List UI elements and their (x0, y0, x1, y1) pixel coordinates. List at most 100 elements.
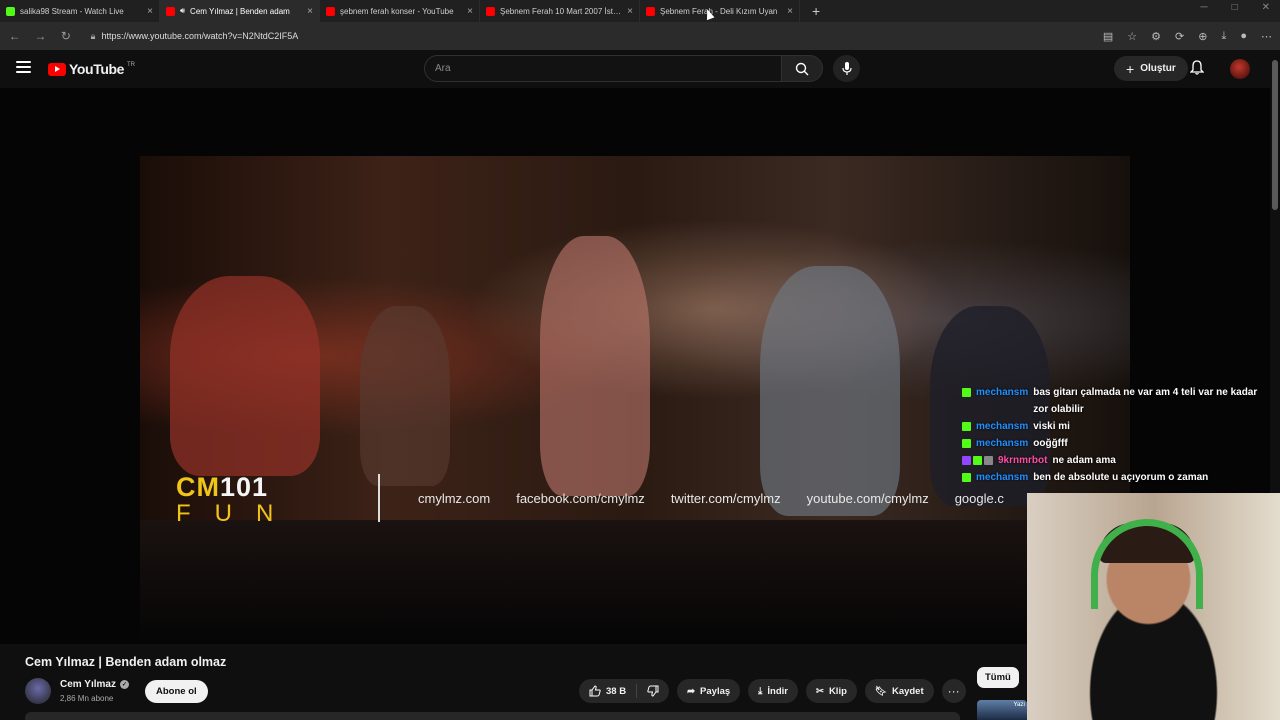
hamburger-menu-icon[interactable] (16, 61, 31, 73)
browser-toolbar: ▤ ☆ ⚙ ⟳ ⊕ ⤓ ● ⋯ (1103, 30, 1272, 43)
back-icon[interactable]: ← (8, 29, 22, 43)
channel-name-row[interactable]: Cem Yılmaz ✓ (60, 679, 129, 690)
youtube-icon (166, 6, 175, 16)
chat-username: mechansm (976, 421, 1029, 432)
microphone-icon (841, 61, 852, 75)
youtube-play-icon (48, 62, 66, 76)
badge-icon (962, 439, 971, 448)
new-tab-button[interactable]: + (812, 3, 820, 19)
url-text: https://www.youtube.com/watch?v=N2NtdC2I… (101, 31, 299, 41)
chat-message: mechansm bas gitarı çalmada ne var am 4 t… (962, 384, 1272, 418)
subscribe-button[interactable]: Abone ol (145, 680, 208, 703)
extensions-icon[interactable]: ⚙ (1151, 30, 1161, 43)
favorite-star-icon[interactable]: ☆ (1127, 30, 1137, 43)
scissors-icon: ✂ (815, 685, 824, 697)
speaker-icon[interactable]: 🔊︎ (180, 6, 185, 16)
subscriber-count: 2,86 Mn abone (60, 694, 114, 703)
more-actions-button[interactable]: ··· (941, 679, 966, 703)
close-window-icon[interactable]: ✕ (1262, 2, 1270, 13)
share-icon: ➦ (687, 685, 696, 697)
overlay-links: cmylmz.com facebook.com/cmylmz twitter.com… (418, 491, 1028, 506)
window-controls: ─ □ ✕ (1200, 2, 1270, 13)
browser-tab[interactable]: salika98 Stream - Watch Live × (0, 0, 160, 22)
chat-text: ben de absolute u açıyorum o zaman (1033, 472, 1209, 483)
page-scrollbar[interactable] (1272, 60, 1278, 210)
search-input[interactable]: Ara (424, 55, 782, 82)
voice-search-button[interactable] (833, 55, 860, 82)
close-tab-icon[interactable]: × (787, 6, 793, 17)
save-label: Kaydet (891, 685, 924, 697)
recommended-thumbnail[interactable]: Yazı (977, 700, 1027, 720)
chat-badges (962, 435, 971, 448)
download-button[interactable]: ⤓ İndir (748, 679, 798, 703)
badge-icon (984, 456, 993, 465)
share-button[interactable]: ➦ Paylaş (677, 679, 741, 703)
search-button[interactable] (781, 55, 823, 82)
create-button[interactable]: + Oluştur (1114, 56, 1188, 81)
logo-cm: CM (176, 472, 220, 502)
chat-username: mechansm (976, 472, 1029, 483)
notifications-bell-icon[interactable] (1189, 60, 1205, 80)
share-label: Paylaş (700, 685, 731, 697)
search-icon (795, 62, 809, 75)
badge-icon (962, 388, 971, 397)
channel-name[interactable]: Cem Yılmaz (60, 679, 116, 690)
profile-icon[interactable]: ● (1240, 30, 1247, 43)
close-tab-icon[interactable]: × (147, 6, 153, 17)
logo-fun: FUN (176, 500, 298, 527)
close-tab-icon[interactable]: × (307, 6, 313, 17)
channel-avatar[interactable] (25, 678, 51, 704)
clip-button[interactable]: ✂ Klip (805, 679, 857, 703)
chat-badges (962, 469, 971, 482)
url-field[interactable]: 🔒︎ https://www.youtube.com/watch?v=N2Ntd… (85, 26, 1091, 46)
browser-tab[interactable]: Şebnem Ferah 10 Mart 2007 İstanb × (480, 0, 640, 22)
chat-username: 9krnmrbot (998, 455, 1048, 466)
overlay-divider (378, 474, 380, 522)
like-dislike-group: 38 B (579, 679, 670, 703)
download-icon[interactable]: ⤓ (1221, 30, 1226, 43)
chat-message: 9krnmrbot ne adam ama (962, 452, 1272, 469)
streamer-webcam (1027, 493, 1280, 720)
cm101-logo: CM101 FUN (176, 474, 297, 526)
badge-icon (962, 456, 971, 465)
browser-tab[interactable]: şebnem ferah konser - YouTube × (320, 0, 480, 22)
maximize-icon[interactable]: □ (1232, 2, 1238, 13)
chip-all[interactable]: Tümü (977, 667, 1019, 688)
badge-icon (962, 473, 971, 482)
browser-tab[interactable]: Şebnem Ferah - Deli Kızım Uyan × (640, 0, 800, 22)
collections-icon[interactable]: ⊕ (1198, 30, 1207, 43)
chat-username: mechansm (976, 438, 1029, 449)
thumbs-down-icon (647, 685, 659, 697)
account-avatar[interactable] (1230, 59, 1250, 79)
reload-icon[interactable]: ↻ (59, 29, 73, 43)
minimize-icon[interactable]: ─ (1200, 2, 1207, 13)
download-arrow-icon: ⤓ (758, 685, 763, 697)
chat-username: mechansm (976, 387, 1029, 398)
browser-menu-icon[interactable]: ⋯ (1261, 30, 1272, 43)
youtube-logo[interactable]: YouTube TR (48, 61, 135, 77)
create-label: Oluştur (1140, 63, 1176, 74)
dislike-button[interactable] (637, 679, 669, 703)
reader-icon[interactable]: ▤ (1103, 30, 1113, 43)
close-tab-icon[interactable]: × (467, 6, 473, 17)
chat-message: mechansm viski mi (962, 418, 1272, 435)
clip-label: Klip (828, 685, 847, 697)
kick-icon (6, 6, 15, 16)
save-button[interactable]: 🔖︎ Kaydet (864, 679, 934, 703)
overlay-link: twitter.com/cmylmz (670, 491, 781, 506)
close-tab-icon[interactable]: × (627, 6, 633, 17)
badge-icon (962, 422, 971, 431)
video-actions: 38 B ➦ Paylaş ⤓ İndir ✂ Klip 🔖︎ Kaydet ·… (579, 679, 966, 703)
description-box[interactable] (25, 712, 960, 720)
forward-icon[interactable]: → (34, 29, 48, 43)
youtube-icon (326, 6, 335, 16)
browser-tab[interactable]: 🔊︎ Cem Yılmaz | Benden adam × (160, 0, 320, 22)
chat-badges (962, 384, 971, 397)
like-button[interactable]: 38 B (579, 679, 636, 703)
like-count: 38 B (606, 685, 627, 697)
tab-title: Şebnem Ferah 10 Mart 2007 İstanb (500, 6, 623, 16)
download-label: İndir (767, 685, 788, 697)
refresh-extension-icon[interactable]: ⟳ (1175, 30, 1184, 43)
logo-text: YouTube (69, 61, 125, 77)
browser-tab-strip: salika98 Stream - Watch Live × 🔊︎ Cem Yılma… (0, 0, 1280, 22)
